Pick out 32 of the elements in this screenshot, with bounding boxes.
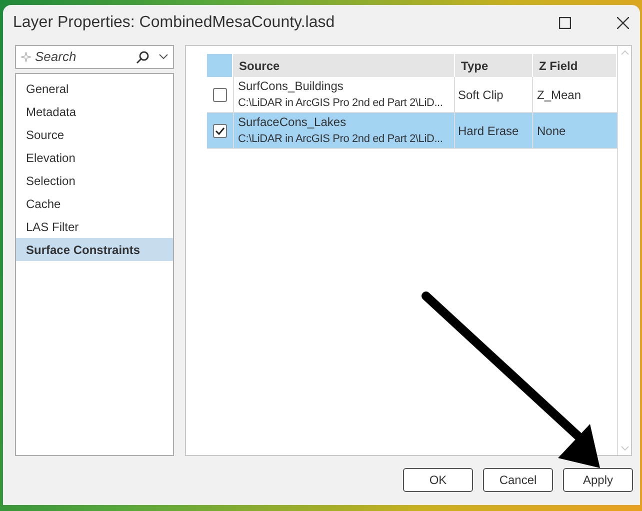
sidebar-item[interactable]: Surface Constraints [16, 238, 173, 261]
dialog-button[interactable]: Cancel [483, 468, 553, 492]
search-input[interactable]: Search [35, 47, 132, 67]
chevron-down-icon[interactable] [159, 54, 168, 60]
checkmark-icon [215, 126, 225, 134]
sidebar-item[interactable]: Selection [16, 169, 173, 192]
sidebar-item[interactable]: Source [16, 123, 173, 146]
table-cell-text: Hard Erase [458, 122, 519, 140]
dialog-button[interactable]: Apply [563, 468, 633, 492]
sidebar-item[interactable]: General [16, 77, 173, 100]
table-row[interactable]: SurfCons_Buildings C:\LiDAR in ArcGIS Pro 2nd ed Part 2\LiD... Soft Clip Z_Mean [207, 77, 617, 113]
close-icon[interactable] [617, 16, 629, 28]
sidebar-item[interactable]: LAS Filter [16, 215, 173, 238]
search-field[interactable]: Search [15, 45, 174, 69]
sidebar-item[interactable]: Cache [16, 192, 173, 215]
sidebar-item[interactable]: Elevation [16, 146, 173, 169]
checkbox[interactable] [213, 124, 227, 138]
window-title: Layer Properties: CombinedMesaCounty.lasd [13, 12, 336, 32]
sidebar-item[interactable]: Metadata [16, 100, 173, 123]
table-row[interactable]: SurfaceCons_Lakes C:\LiDAR in ArcGIS Pro 2nd ed Part 2\LiD... Hard Erase None [207, 113, 617, 149]
sparkle-icon [21, 52, 31, 62]
maximize-icon[interactable] [559, 16, 571, 28]
checkbox[interactable] [213, 88, 227, 102]
layer-path: C:\LiDAR in ArcGIS Pro 2nd ed Part 2\LiD... [238, 132, 443, 146]
search-icon[interactable] [136, 50, 149, 64]
layer-name: SurfCons_Buildings [238, 78, 344, 94]
table-cell-text: Soft Clip [458, 86, 504, 104]
table-cell-text: Z_Mean [537, 86, 582, 104]
layer-name: SurfaceCons_Lakes [238, 114, 348, 130]
dialog-button[interactable]: OK [403, 468, 473, 492]
table-cell-text: None [537, 122, 566, 140]
layer-path: C:\LiDAR in ArcGIS Pro 2nd ed Part 2\LiD... [238, 96, 443, 110]
